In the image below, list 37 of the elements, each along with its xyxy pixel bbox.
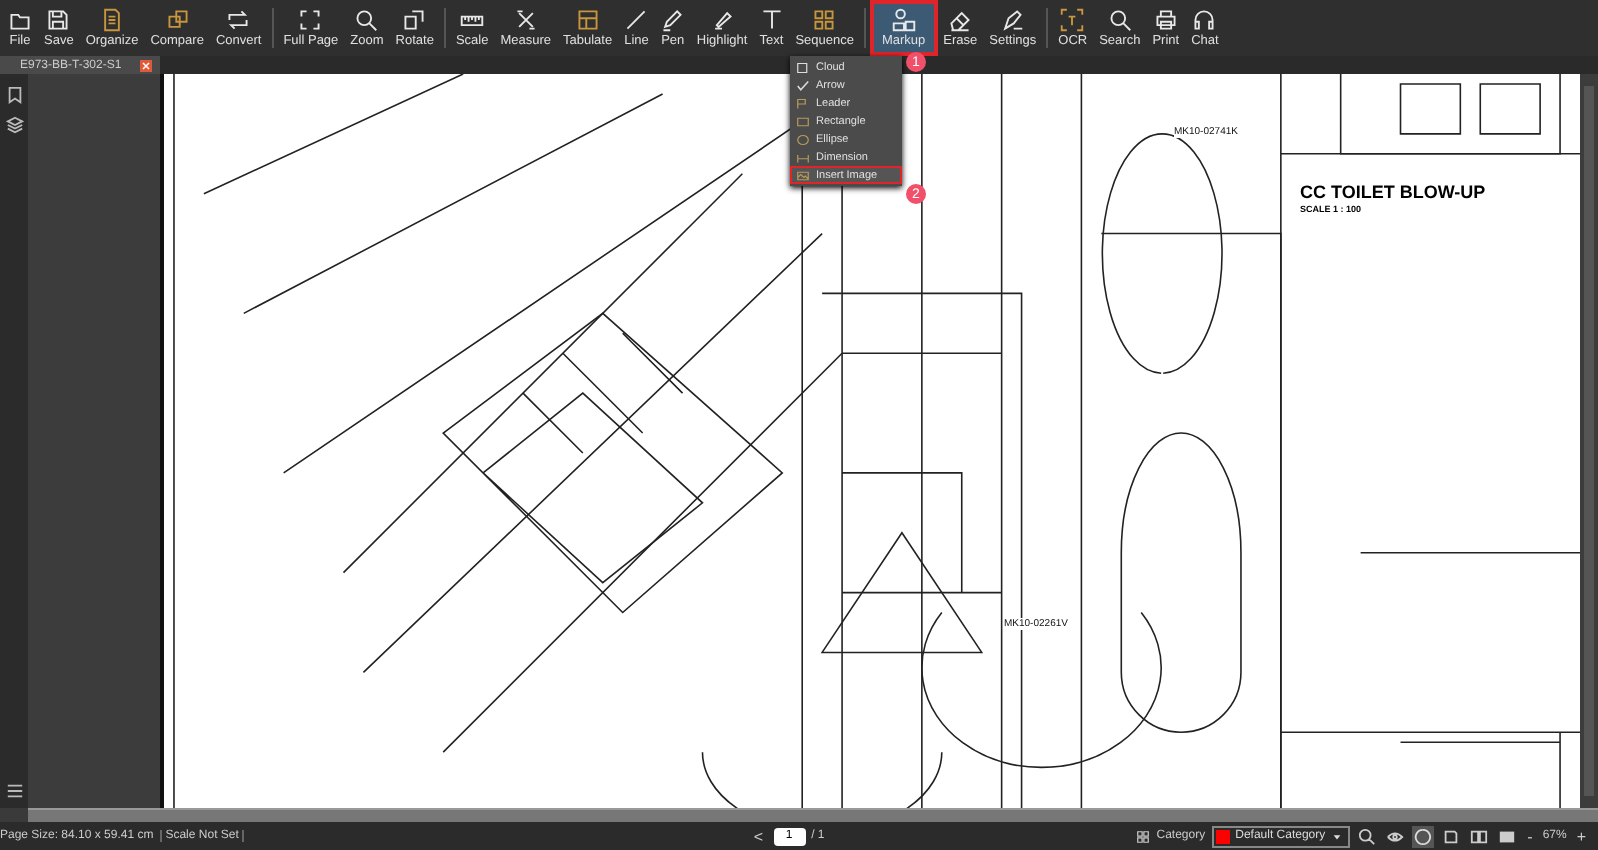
menu-icon[interactable] [5, 782, 23, 800]
loop-arrows-icon [226, 8, 251, 32]
magnifier-icon [354, 8, 379, 32]
rotate-squares-icon [402, 8, 427, 32]
bookmark-icon[interactable] [5, 86, 23, 104]
folder-icon [8, 8, 32, 32]
grid-icon [812, 8, 837, 32]
pen-settings-icon [1000, 8, 1025, 32]
zoom-out-button[interactable]: - [1523, 827, 1537, 845]
shapes-icon [891, 8, 916, 32]
page-rotate-icon[interactable] [1439, 825, 1462, 847]
printer-icon [1153, 8, 1178, 32]
measure-icon [513, 8, 538, 32]
headset-icon [1192, 8, 1217, 32]
highlighter-icon [710, 8, 735, 32]
sheet-title: CC TOILET BLOW-UP [1300, 182, 1486, 202]
text-icon [759, 8, 784, 32]
zoom-icon[interactable] [1355, 825, 1378, 847]
expand-icon [298, 8, 323, 32]
grid-icon [1136, 829, 1151, 843]
eraser-icon [948, 8, 973, 32]
two-page-icon[interactable] [1467, 825, 1490, 847]
layers-icon[interactable] [5, 116, 23, 134]
search-icon [1107, 8, 1132, 32]
line-icon [624, 8, 649, 32]
caret-icon [1331, 831, 1342, 841]
close-icon[interactable] [140, 59, 152, 71]
table-icon [575, 8, 600, 32]
ocr-icon [1060, 8, 1085, 32]
previous-page-button[interactable]: < [749, 827, 768, 845]
zoom-in-button[interactable]: + [1572, 827, 1590, 845]
vertical-scrollbar[interactable] [1584, 86, 1594, 796]
save-icon [46, 8, 71, 32]
pen-icon [660, 8, 685, 32]
horizontal-scrollbar[interactable] [28, 808, 1598, 822]
overlap-squares-icon [165, 8, 190, 32]
document-icon [100, 8, 125, 32]
